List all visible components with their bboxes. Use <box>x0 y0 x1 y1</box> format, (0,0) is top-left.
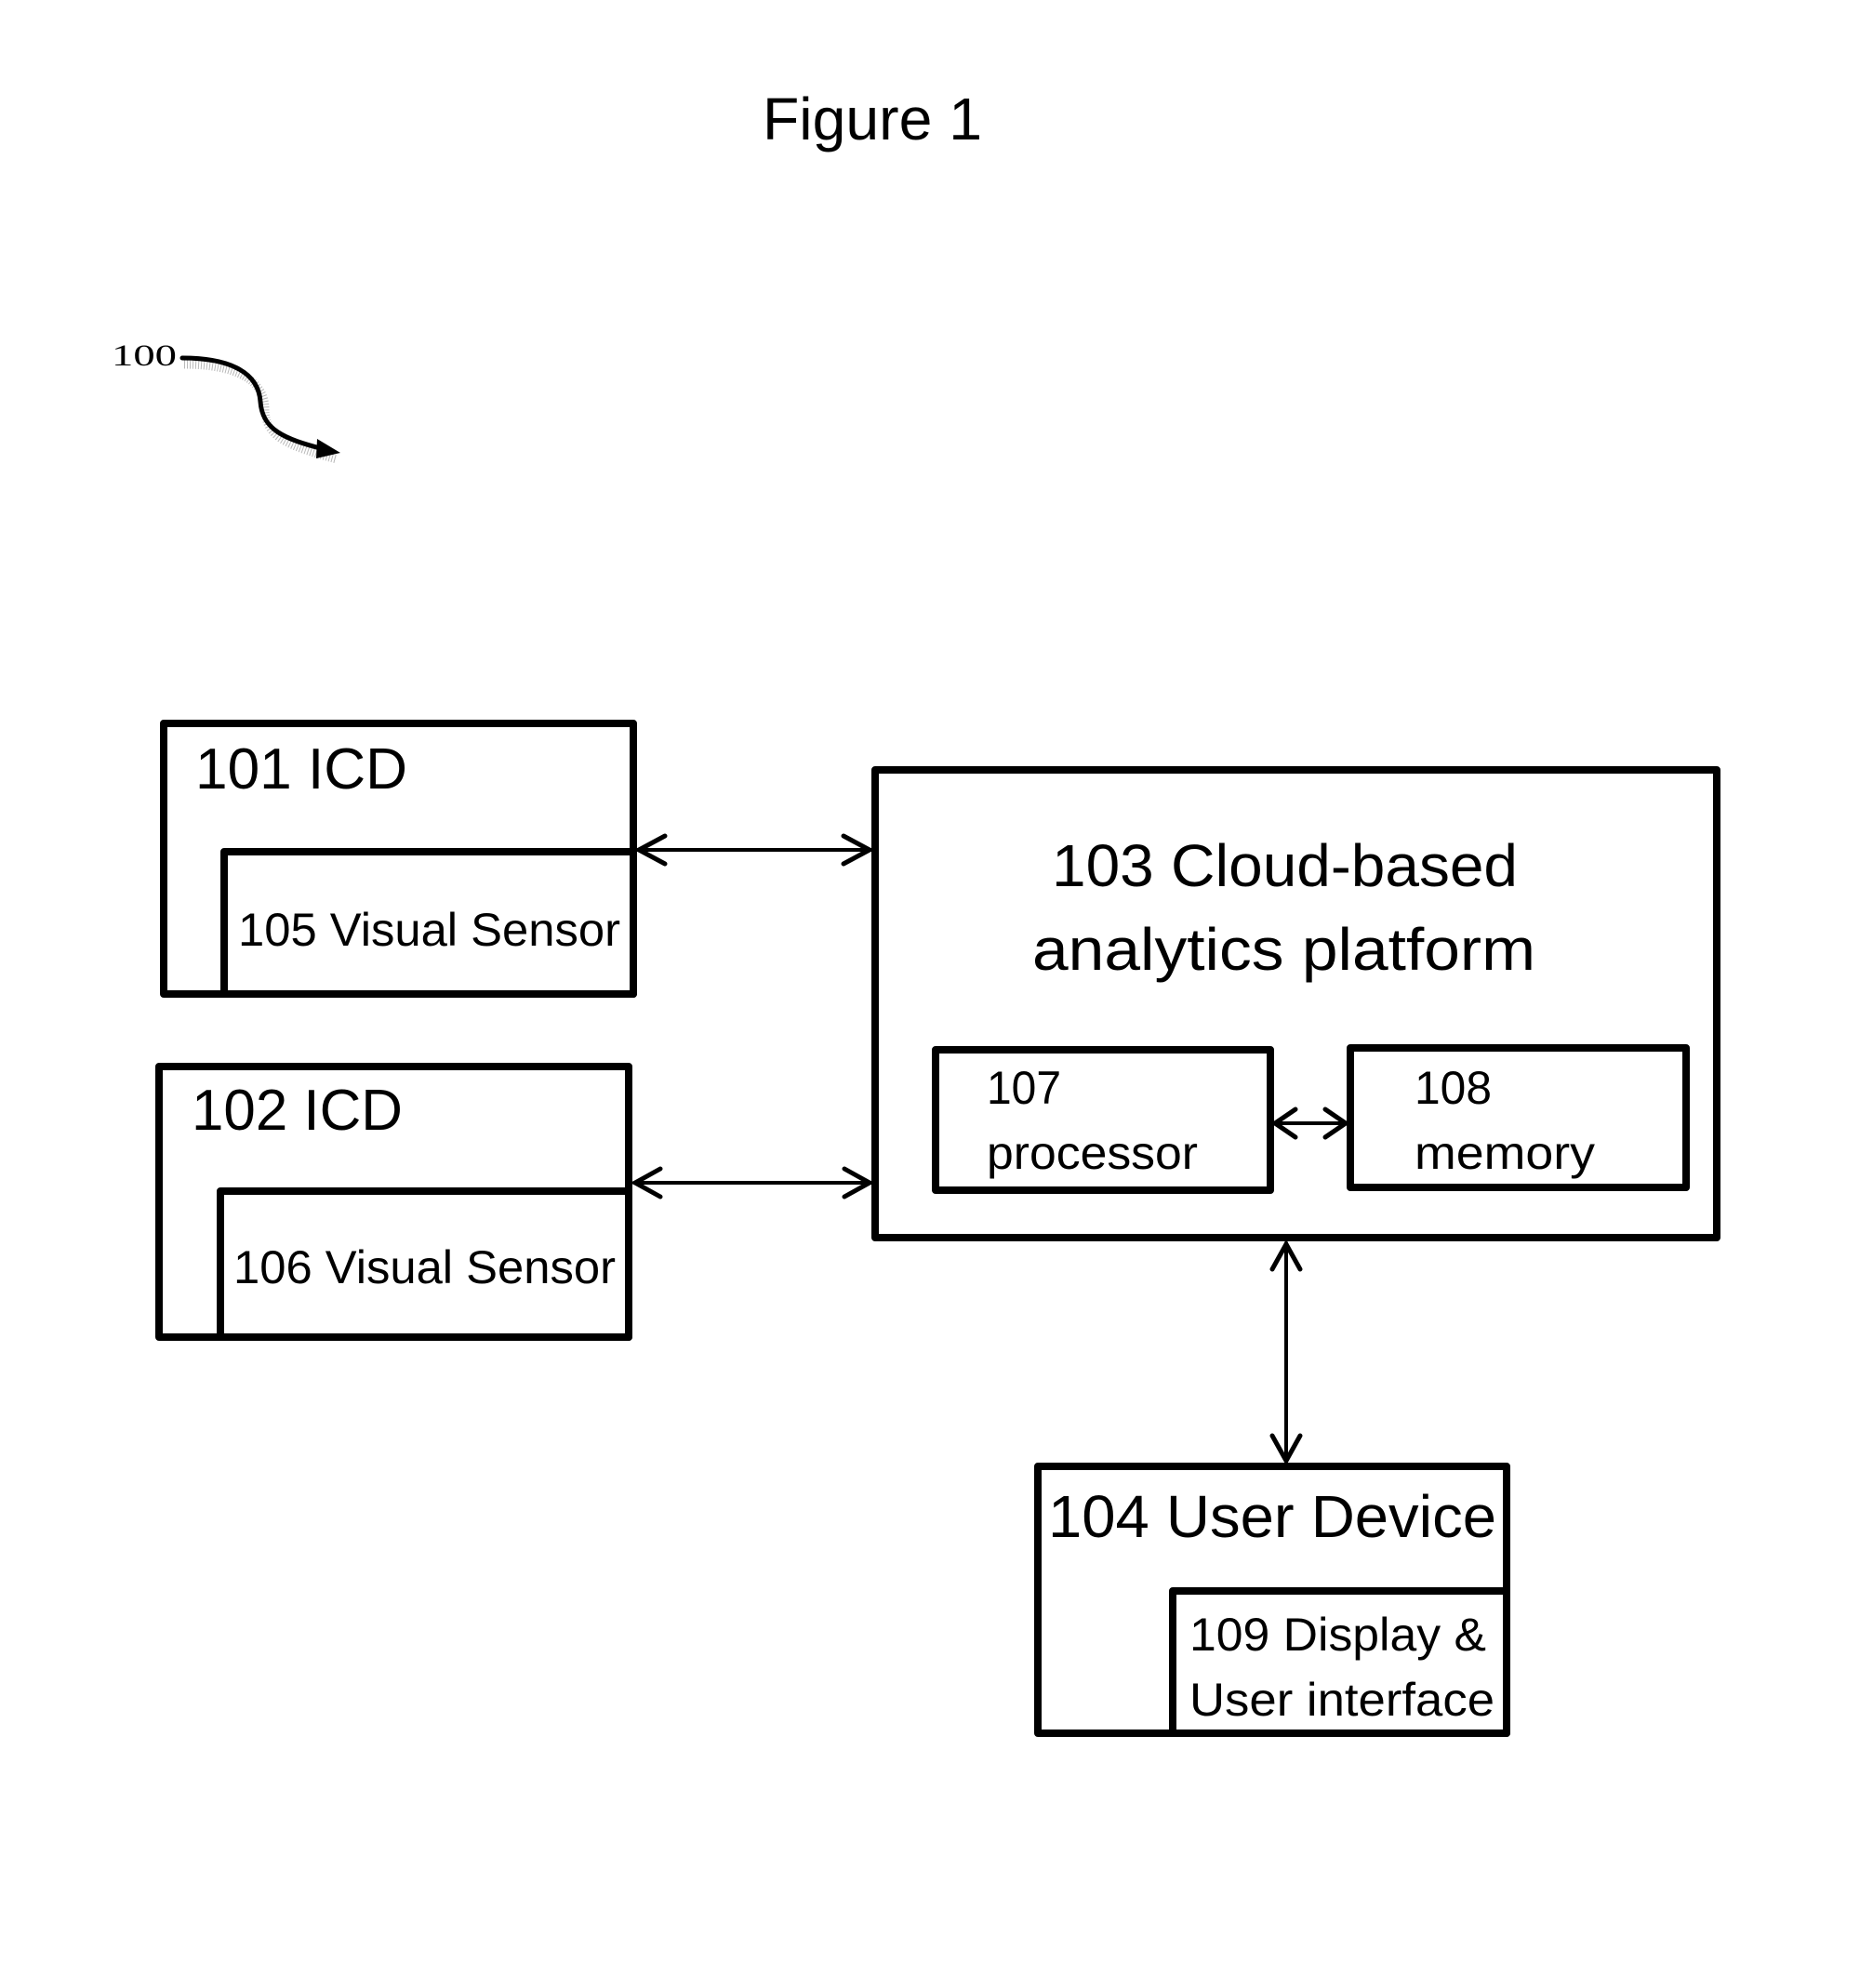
reference-numeral: 100 <box>112 339 177 373</box>
memory-108-number: 108 <box>1415 1062 1492 1114</box>
system-diagram: Figure 1 100 101 ICD 105 Visual Sensor 1… <box>112 86 1720 1737</box>
visual-sensor-105-label: 105 Visual Sensor <box>238 904 620 956</box>
node-103-platform: 103 Cloud-based analytics platform 107 p… <box>871 766 1720 1241</box>
connector-103-104 <box>1269 1239 1303 1466</box>
platform-103-label-line1: 103 Cloud-based <box>1052 832 1518 899</box>
processor-107-label: processor <box>987 1127 1198 1179</box>
user-device-104-label: 104 User Device <box>1048 1483 1496 1550</box>
node-104-user-device: 104 User Device 109 Display & User inter… <box>1034 1463 1510 1737</box>
connector-101-103 <box>633 833 875 867</box>
reference-arrowhead-icon <box>316 439 340 458</box>
icd-102-label: 102 ICD <box>192 1079 403 1143</box>
reference-100: 100 <box>112 339 340 464</box>
connector-102-103 <box>630 1166 875 1199</box>
memory-108-label: memory <box>1415 1127 1595 1179</box>
visual-sensor-106-label: 106 Visual Sensor <box>233 1241 616 1293</box>
figure-title: Figure 1 <box>763 86 982 152</box>
icd-101-label: 101 ICD <box>195 737 407 802</box>
display-109-label-line2: User interface <box>1189 1674 1494 1726</box>
node-101-icd: 101 ICD 105 Visual Sensor <box>160 720 637 998</box>
processor-107-number: 107 <box>987 1062 1061 1114</box>
platform-103-label-line2: analytics platform <box>1032 916 1535 983</box>
display-109-label-line1: 109 Display & <box>1189 1609 1486 1661</box>
reference-arrow-icon <box>179 355 326 452</box>
node-102-icd: 102 ICD 106 Visual Sensor <box>155 1063 632 1341</box>
